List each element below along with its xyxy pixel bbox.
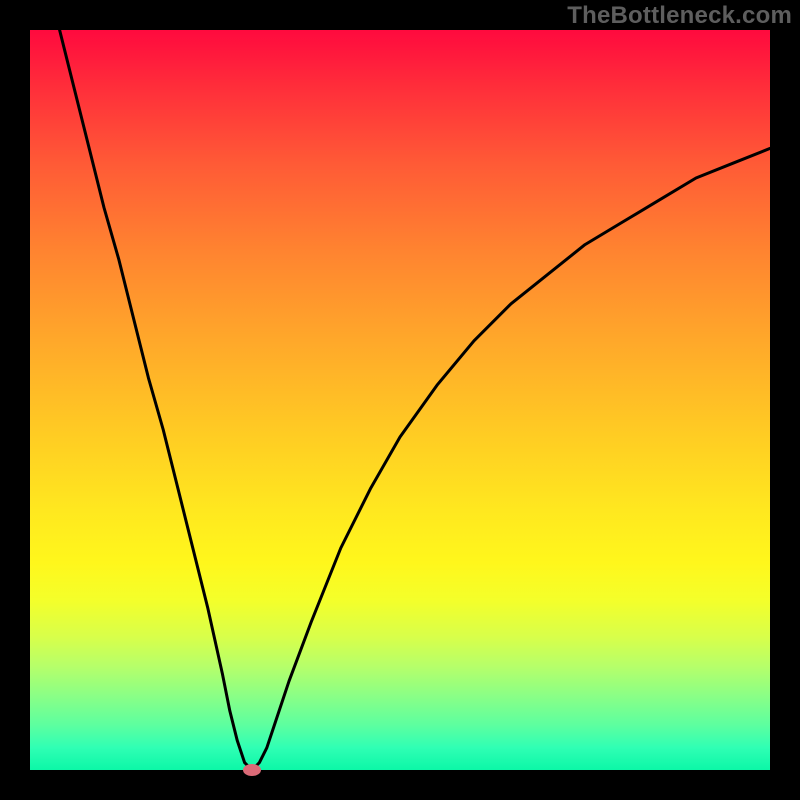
bottleneck-curve-path	[60, 30, 770, 770]
plot-area	[30, 30, 770, 770]
watermark-text: TheBottleneck.com	[567, 2, 792, 30]
curve-svg	[30, 30, 770, 770]
optimal-marker	[243, 764, 261, 776]
chart-frame: TheBottleneck.com	[0, 0, 800, 800]
